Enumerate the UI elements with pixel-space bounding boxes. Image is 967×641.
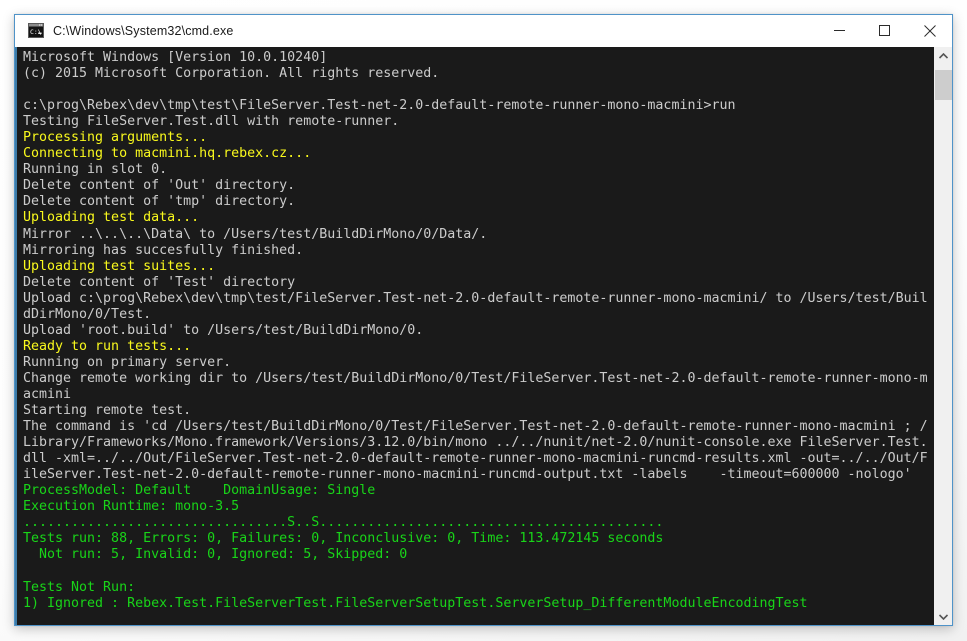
console-line: (c) 2015 Microsoft Corporation. All righ… (23, 66, 440, 82)
cmd-console-icon: C:\ (28, 23, 44, 38)
console-line: Upload 'root.build' to /Users/test/Build… (23, 322, 424, 338)
window-title-text: C:\Windows\System32\cmd.exe (53, 23, 234, 38)
console-line: 1) Ignored : Rebex.Test.FileServerTest.F… (23, 595, 808, 611)
minimize-button[interactable] (817, 15, 862, 46)
console-scrollbar[interactable] (934, 47, 952, 625)
console-line: dDirMono/0/Test. (23, 306, 152, 322)
close-button[interactable] (907, 15, 952, 46)
console-line: c:\prog\Rebex\dev\tmp\test\FileServer.Te… (23, 98, 736, 114)
console-line: .................................S..S...… (23, 515, 664, 531)
scrollbar-up-arrow-icon[interactable] (935, 47, 952, 64)
console-line: Delete content of 'tmp' directory. (23, 194, 296, 210)
console-line: dll -xml=../../Out/FileServer.Test-net-2… (23, 451, 928, 467)
scrollbar-down-arrow-icon[interactable] (935, 608, 952, 625)
console-line: Tests run: 88, Errors: 0, Failures: 0, I… (23, 531, 664, 547)
console-line: ileServer.Test-net-2.0-default-remote-ru… (23, 467, 912, 483)
console-line: Testing FileServer.Test.dll with remote-… (23, 114, 400, 130)
console-line: Delete content of 'Test' directory (23, 274, 296, 290)
console-line: Uploading test data... (23, 210, 200, 226)
console-line: Processing arguments... (23, 130, 208, 146)
console-line: Starting remote test. (23, 403, 192, 419)
console-line: Connecting to macmini.hq.rebex.cz... (23, 146, 312, 162)
maximize-button[interactable] (862, 15, 907, 46)
console-area[interactable]: Microsoft Windows [Version 10.0.10240] (c… (15, 47, 952, 625)
console-line: Mirror ..\..\..\Data\ to /Users/test/Bui… (23, 226, 488, 242)
console-line: Microsoft Windows [Version 10.0.10240] (23, 50, 328, 65)
console-line: Uploading test suites... (23, 258, 216, 274)
console-line: Library/Frameworks/Mono.framework/Versio… (23, 435, 928, 451)
console-line: Not run: 5, Invalid: 0, Ignored: 5, Skip… (23, 547, 408, 563)
console-line: Change remote working dir to /Users/test… (23, 370, 928, 386)
scrollbar-thumb[interactable] (935, 70, 952, 100)
console-line: Upload c:\prog\Rebex\dev\tmp\test/FileSe… (23, 290, 928, 306)
console-line: acmini (23, 386, 72, 402)
desktop-background: C:\ C:\Windows\System32\cmd.exe Microsof… (0, 0, 967, 641)
console-line: Tests Not Run: (23, 579, 136, 595)
console-line: ProcessModel: Default DomainUsage: Singl… (23, 483, 376, 499)
console-line: Execution Runtime: mono-3.5 (23, 499, 240, 515)
console-line: Ready to run tests... (23, 338, 192, 354)
svg-text:C:\: C:\ (30, 28, 42, 36)
cmd-window: C:\ C:\Windows\System32\cmd.exe Microsof… (14, 14, 953, 626)
console-line: Running on primary server. (23, 354, 232, 370)
console-line: Delete content of 'Out' directory. (23, 178, 296, 194)
scrollbar-track[interactable] (935, 64, 952, 608)
console-line: Mirroring has succesfully finished. (23, 242, 304, 258)
console-line: Running in slot 0. (23, 162, 168, 178)
console-line: The command is 'cd /Users/test/BuildDirM… (23, 419, 928, 435)
console-output[interactable]: Microsoft Windows [Version 10.0.10240] (c… (15, 47, 934, 625)
window-titlebar[interactable]: C:\ C:\Windows\System32\cmd.exe (15, 15, 952, 47)
